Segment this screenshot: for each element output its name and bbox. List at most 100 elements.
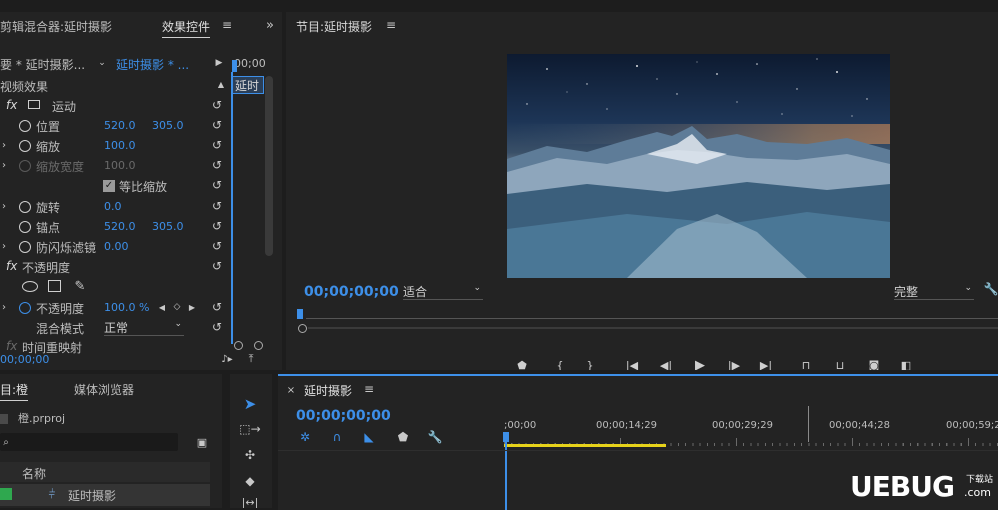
reset-icon[interactable]: ↺ (210, 98, 224, 112)
zoom-level-select[interactable]: 适合 ⌄ (403, 283, 483, 300)
column-name-header[interactable]: 名称 (22, 465, 46, 482)
nest-toggle-icon[interactable]: ✲ (298, 430, 312, 444)
panel-menu-icon[interactable]: ≡ (384, 18, 398, 32)
razor-tool-icon[interactable]: ◆ (240, 472, 260, 490)
reset-icon[interactable]: ↺ (210, 259, 224, 273)
reset-icon[interactable]: ↺ (210, 118, 224, 132)
collapse-icon[interactable]: ▲ (216, 78, 226, 90)
next-keyframe-icon[interactable]: ▶ (188, 300, 196, 314)
zoom-scroll-handle[interactable] (298, 324, 307, 333)
step-back-icon[interactable]: ◀| (658, 358, 674, 371)
sequence-item-name[interactable]: 延时摄影 (68, 487, 116, 504)
add-marker-icon[interactable]: ⬟ (514, 358, 530, 371)
pen-mask-icon[interactable]: ✎ (72, 278, 88, 294)
tab-audio-clip-mixer[interactable]: 剪辑混合器:延时摄影 (0, 18, 112, 35)
reset-icon[interactable]: ↺ (210, 239, 224, 253)
transform-icon[interactable] (28, 100, 40, 109)
timeline-timecode[interactable]: 00;00;00;00 (296, 408, 391, 424)
stopwatch-icon[interactable] (19, 140, 31, 152)
rectangle-mask-icon[interactable] (48, 280, 61, 292)
camera-icon[interactable]: ◙ (866, 358, 882, 371)
label-color-swatch[interactable] (0, 488, 12, 500)
position-x-value[interactable]: 520.0 (104, 119, 136, 132)
linked-selection-icon[interactable]: ◣ (362, 430, 376, 444)
anchor-y-value[interactable]: 305.0 (152, 220, 184, 233)
program-ruler[interactable] (306, 318, 998, 319)
video-frame[interactable] (507, 54, 890, 278)
extract-icon[interactable]: ⊔ (832, 358, 848, 371)
wrench-icon[interactable]: 🔧 (984, 280, 998, 298)
ripple-edit-tool-icon[interactable]: ✣ (240, 446, 260, 464)
compare-view-icon[interactable]: ◧ (898, 358, 914, 371)
reset-icon[interactable]: ↺ (210, 138, 224, 152)
lift-icon[interactable]: ⊓ (798, 358, 814, 371)
fx-icon[interactable]: fx (6, 259, 17, 273)
reset-icon[interactable]: ↺ (210, 158, 224, 172)
mini-timeline-clip[interactable]: 延时 (232, 76, 264, 94)
anchor-x-value[interactable]: 520.0 (104, 220, 136, 233)
slip-tool-icon[interactable]: |↔| (240, 496, 260, 509)
vertical-scrollbar[interactable] (265, 76, 273, 256)
step-forward-icon[interactable]: |▶ (726, 358, 742, 371)
timeline-playhead[interactable] (503, 432, 509, 442)
add-keyframe-icon[interactable]: ◇ (172, 300, 182, 314)
rotation-value[interactable]: 0.0 (104, 200, 122, 213)
add-marker-icon[interactable]: ⬟ (396, 430, 410, 444)
position-y-value[interactable]: 305.0 (152, 119, 184, 132)
export-icon[interactable]: ⤒ (244, 352, 258, 366)
stopwatch-icon[interactable] (19, 241, 31, 253)
stopwatch-icon[interactable] (19, 302, 31, 314)
blend-mode-select[interactable]: 正常 ⌄ (104, 319, 184, 336)
reset-icon[interactable]: ↺ (210, 219, 224, 233)
expand-chevron-icon[interactable]: › (0, 239, 8, 253)
chevron-down-icon[interactable]: ⌄ (96, 56, 108, 70)
play-icon[interactable]: ▶ (214, 56, 224, 70)
effect-controls-timecode[interactable]: 00;00;00 (0, 353, 49, 366)
anti-flicker-value[interactable]: 0.00 (104, 240, 129, 253)
uniform-scale-checkbox[interactable]: ✓ (103, 180, 115, 192)
prev-keyframe-icon[interactable]: ◀ (158, 300, 166, 314)
work-area-bar[interactable] (504, 444, 666, 447)
ellipse-mask-icon[interactable] (22, 281, 38, 292)
program-timecode[interactable]: 00;00;00;00 (304, 284, 399, 300)
mark-in-icon[interactable]: { (552, 358, 568, 371)
scale-value[interactable]: 100.0 (104, 139, 136, 152)
program-playhead[interactable] (297, 309, 303, 319)
go-to-in-icon[interactable]: |◀ (624, 358, 640, 371)
new-bin-icon[interactable]: ▣ (194, 435, 210, 449)
snap-icon[interactable]: ∩ (330, 430, 344, 444)
reset-icon[interactable]: ↺ (210, 199, 224, 213)
tab-media-browser[interactable]: 媒体浏览器 (74, 381, 134, 398)
expand-chevron-icon[interactable]: › (0, 138, 8, 152)
stopwatch-icon[interactable] (19, 221, 31, 233)
stopwatch-icon[interactable] (19, 120, 31, 132)
track-select-tool-icon[interactable]: ⬚→ (239, 420, 260, 438)
expand-chevron-icon[interactable]: › (0, 199, 8, 213)
playback-resolution-select[interactable]: 完整 ⌄ (894, 283, 974, 300)
panel-menu-icon[interactable]: ≡ (362, 382, 376, 396)
reset-icon[interactable]: ↺ (210, 178, 224, 192)
mark-out-icon[interactable]: } (582, 358, 598, 371)
fx-icon[interactable]: fx (6, 98, 17, 112)
play-icon[interactable]: ▶ (692, 358, 708, 371)
timeline-tab-title[interactable]: 延时摄影 (304, 382, 352, 399)
tab-effect-controls[interactable]: 效果控件 (162, 18, 211, 38)
wrench-icon[interactable]: 🔧 (428, 430, 443, 444)
sequence-clip-label[interactable]: 延时摄影 * ... (116, 56, 189, 73)
panel-overflow-icon[interactable]: » (262, 18, 278, 33)
selection-tool-icon[interactable]: ➤ (240, 394, 260, 414)
reset-icon[interactable]: ↺ (210, 300, 224, 314)
stopwatch-icon[interactable] (19, 201, 31, 213)
master-clip-label[interactable]: 要 * 延时摄影... (0, 56, 85, 73)
panel-menu-icon[interactable]: ≡ (220, 18, 234, 32)
program-monitor-title[interactable]: 节目:延时摄影 (296, 18, 372, 35)
mini-playhead[interactable] (232, 60, 237, 72)
reset-icon[interactable]: ↺ (210, 320, 224, 334)
zoom-handle-left[interactable] (234, 341, 243, 350)
search-input[interactable] (0, 433, 178, 451)
tab-project[interactable]: 目:橙 (0, 381, 29, 401)
fx-icon[interactable]: fx (6, 339, 17, 353)
go-to-out-icon[interactable]: ▶| (758, 358, 774, 371)
filter-play-icon[interactable]: ♪▸ (220, 352, 234, 366)
close-icon[interactable]: × (286, 383, 296, 397)
